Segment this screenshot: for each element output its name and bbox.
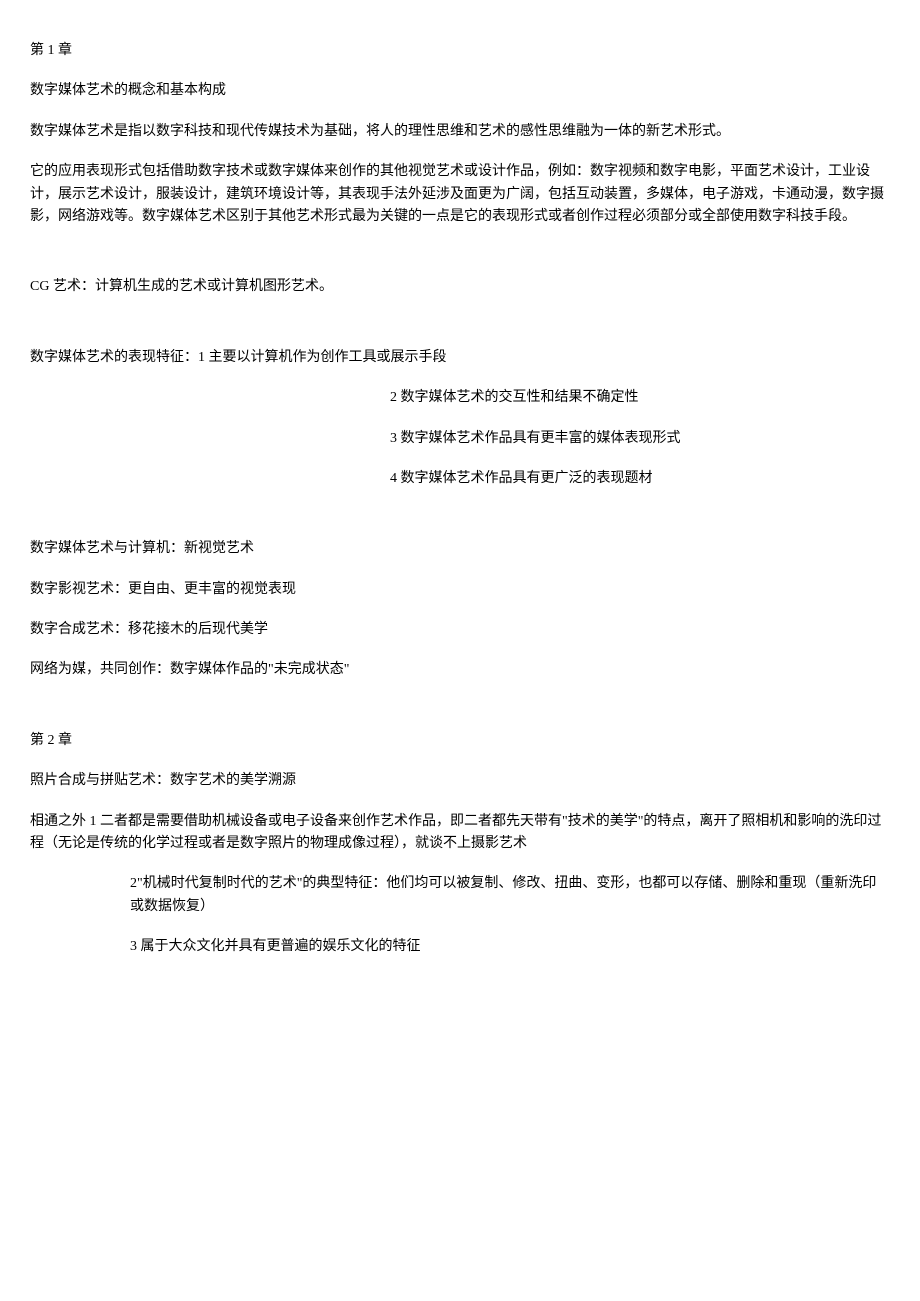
features-lead: 数字媒体艺术的表现特征：1 主要以计算机作为创作工具或展示手段 xyxy=(30,347,890,369)
feature-4: 4 数字媒体艺术作品具有更广泛的表现题材 xyxy=(30,468,890,490)
spacer xyxy=(30,246,890,276)
line-new-visual-art: 数字媒体艺术与计算机：新视觉艺术 xyxy=(30,538,890,560)
chapter-2-point-3: 3 属于大众文化并具有更普遍的娱乐文化的特征 xyxy=(30,936,890,958)
feature-2: 2 数字媒体艺术的交互性和结果不确定性 xyxy=(30,387,890,409)
chapter-2-point-1: 相通之外 1 二者都是需要借助机械设备或电子设备来创作艺术作品，即二者都先天带有… xyxy=(30,811,890,856)
spacer xyxy=(30,700,890,730)
line-digital-film-art: 数字影视艺术：更自由、更丰富的视觉表现 xyxy=(30,579,890,601)
cg-art-definition: CG 艺术：计算机生成的艺术或计算机图形艺术。 xyxy=(30,276,890,298)
chapter-2-point-2: 2"机械时代复制时代的艺术"的典型特征：他们均可以被复制、修改、扭曲、变形，也都… xyxy=(30,873,890,918)
chapter-2-heading: 照片合成与拼贴艺术：数字艺术的美学溯源 xyxy=(30,770,890,792)
line-network-media: 网络为媒，共同创作：数字媒体作品的"未完成状态" xyxy=(30,659,890,681)
spacer xyxy=(30,508,890,538)
line-digital-composite-art: 数字合成艺术：移花接木的后现代美学 xyxy=(30,619,890,641)
chapter-2-title: 第 2 章 xyxy=(30,730,890,752)
spacer xyxy=(30,317,890,347)
chapter-1-intro: 数字媒体艺术是指以数字科技和现代传媒技术为基础，将人的理性思维和艺术的感性思维融… xyxy=(30,121,890,143)
feature-3: 3 数字媒体艺术作品具有更丰富的媒体表现形式 xyxy=(30,428,890,450)
chapter-1-title: 第 1 章 xyxy=(30,40,890,62)
chapter-1-heading: 数字媒体艺术的概念和基本构成 xyxy=(30,80,890,102)
chapter-1-body: 它的应用表现形式包括借助数字技术或数字媒体来创作的其他视觉艺术或设计作品，例如：… xyxy=(30,161,890,228)
